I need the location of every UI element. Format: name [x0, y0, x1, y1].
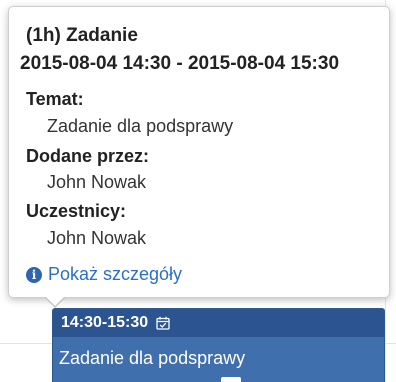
- added-by-label: Dodane przez:: [26, 146, 150, 166]
- participants-value: John Nowak: [47, 228, 147, 248]
- event-header[interactable]: 14:30-15:30: [53, 309, 384, 337]
- info-circle-icon: i: [26, 266, 42, 283]
- event-time: 14:30-15:30: [61, 314, 149, 331]
- calendar-event[interactable]: 14:30-15:30 Zadanie dla podsprawy: [52, 308, 385, 382]
- subject-label: Temat:: [26, 89, 84, 109]
- tooltip-dates: 2015-08-04 14:30 - 2015-08-04 15:30: [20, 53, 340, 74]
- show-details-link[interactable]: i Pokaż szczegóły: [26, 264, 182, 285]
- subject-value: Zadanie dla podsprawy: [47, 116, 234, 136]
- added-by-value: John Nowak: [47, 172, 147, 192]
- tooltip-arrow-fill: [45, 296, 65, 306]
- event-resize-handle[interactable]: [221, 377, 241, 382]
- tooltip-title: (1h) Zadanie: [26, 25, 138, 46]
- show-details-label: Pokaż szczegóły: [48, 264, 183, 284]
- participants-label: Uczestnicy:: [26, 201, 127, 221]
- event-title: Zadanie dla podsprawy: [59, 348, 246, 368]
- calendar-check-icon: [156, 316, 170, 330]
